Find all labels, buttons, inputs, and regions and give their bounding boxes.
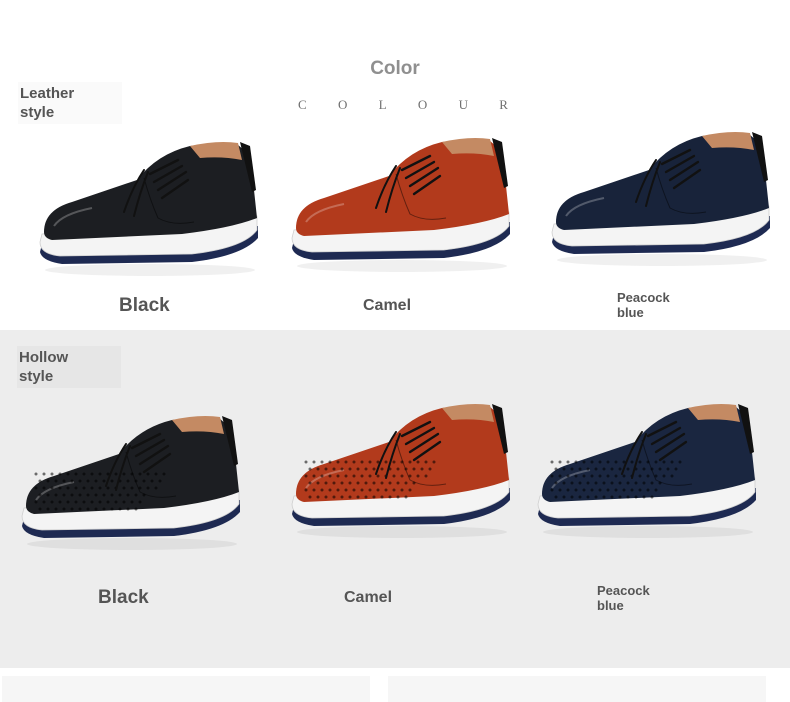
hollow-style-label: Hollow style [17,346,121,388]
subtitle-letter: O [417,97,428,112]
color-label-black: Black [119,295,170,316]
color-label-camel: Camel [363,297,412,314]
subtitle-letter: U [458,97,468,112]
color-label-peacock-blue: Peacock blue [617,290,670,320]
leather-style-label: Leather style [18,82,122,124]
shoe-image-camel-leather[interactable] [284,126,519,276]
subtitle-letter: O [337,97,348,112]
subtitle-letter: R [499,97,508,112]
color-label-camel: Camel [344,589,393,606]
color-label-peacock-blue: Peacock blue [597,583,650,613]
footer-card-right [388,676,766,702]
color-title: Color [370,58,420,79]
color-label-black: Black [98,587,149,608]
shoe-image-peacock-blue-hollow[interactable] [530,392,765,542]
shoe-image-black-leather[interactable] [32,130,267,280]
shoe-image-peacock-blue-leather[interactable] [544,120,779,270]
subtitle-letter: C [298,97,307,112]
footer-card-left [2,676,370,702]
subtitle-letter: L [378,97,387,112]
shoe-image-camel-hollow[interactable] [284,392,519,542]
shoe-image-black-hollow[interactable] [14,404,249,554]
colour-subtitle: C O L O U R [298,97,508,113]
